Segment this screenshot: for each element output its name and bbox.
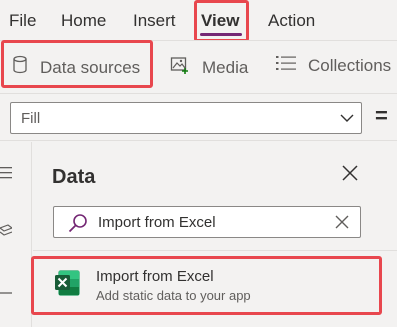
divider	[33, 250, 397, 251]
excel-icon	[53, 269, 81, 302]
layers-icon[interactable]	[0, 224, 14, 243]
media-icon	[170, 55, 190, 80]
menu-home[interactable]: Home	[61, 11, 106, 31]
media-button[interactable]: Media	[170, 55, 248, 80]
media-label: Media	[202, 57, 249, 77]
collections-label: Collections	[308, 55, 392, 75]
result-title: Import from Excel	[96, 268, 214, 285]
menu-insert[interactable]: Insert	[133, 11, 176, 31]
data-pane: Data Import from Excel Import from Excel…	[33, 142, 397, 327]
tree-view-icon[interactable]	[0, 166, 14, 185]
clear-icon[interactable]	[334, 214, 350, 235]
result-subtitle: Add static data to your app	[96, 288, 251, 303]
close-icon[interactable]	[341, 164, 363, 186]
toolbar: Data sources Media Collections	[0, 40, 397, 92]
left-rail	[0, 142, 32, 327]
chevron-down-icon	[339, 110, 355, 131]
database-icon	[12, 55, 28, 80]
search-icon	[68, 213, 88, 238]
import-from-excel-item[interactable]: Import from Excel Add static data to you…	[33, 255, 397, 311]
pane-title: Data	[52, 166, 96, 188]
formula-bar: Fill =	[0, 93, 397, 141]
property-dropdown[interactable]: Fill	[10, 102, 362, 134]
active-tab-indicator	[200, 33, 242, 36]
menu-bar: File Home Insert View Action	[0, 0, 397, 40]
search-value: Import from Excel	[98, 214, 216, 231]
menu-file[interactable]: File	[9, 11, 36, 31]
add-icon[interactable]	[0, 286, 14, 305]
property-value: Fill	[21, 110, 41, 127]
menu-action[interactable]: Action	[268, 11, 315, 31]
data-sources-button[interactable]: Data sources	[12, 55, 140, 80]
menu-view[interactable]: View	[201, 11, 239, 31]
data-sources-label: Data sources	[40, 57, 141, 77]
equals-sign: =	[375, 103, 388, 128]
collections-button[interactable]: Collections	[276, 55, 391, 76]
list-icon	[276, 55, 296, 76]
search-input[interactable]: Import from Excel	[53, 206, 361, 238]
